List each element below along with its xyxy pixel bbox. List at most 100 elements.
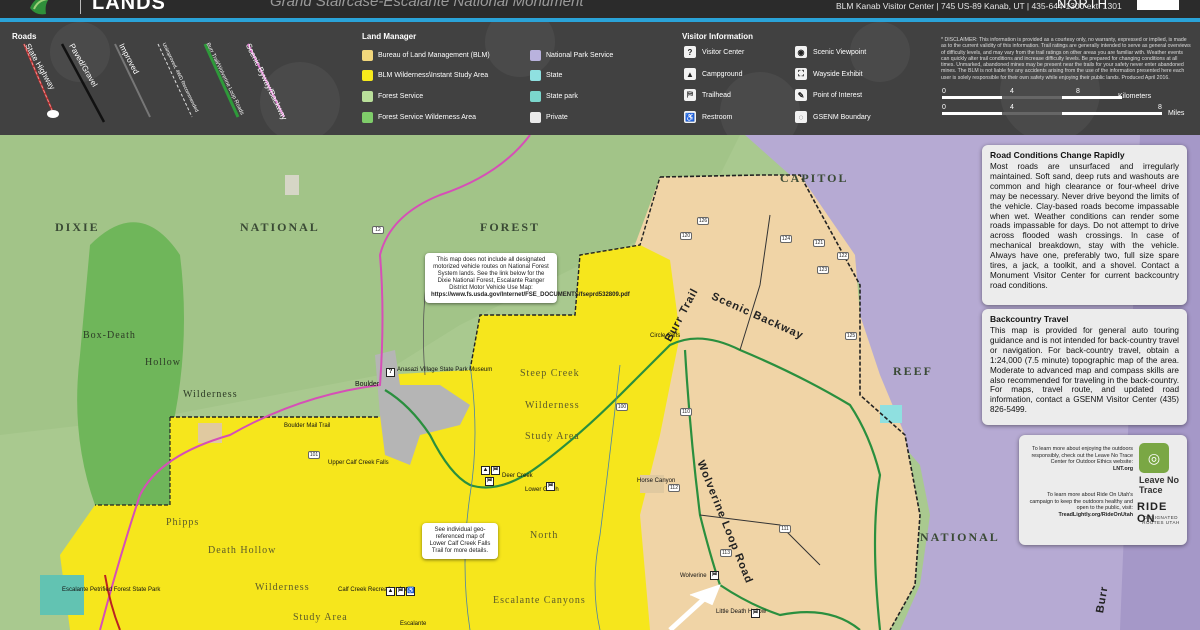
trailhead-icon: ⛿ [485, 477, 494, 486]
visitor-info-label: Wayside Exhibit [813, 70, 863, 78]
ride-description: To learn more about Ride On Utah's campa… [1029, 492, 1133, 512]
land-swatch [530, 69, 541, 81]
label-study-area-yellow: Study Area [293, 612, 348, 623]
visitor-info-label: Restroom [702, 113, 733, 121]
land-manager-title: Land Manager [362, 32, 417, 41]
disclaimer-text: * DISCLAIMER: This information is provid… [941, 37, 1191, 81]
land-manager-item: BLM Wilderness\Instant Study Area [362, 69, 488, 81]
land-manager-label: BLM Wilderness\Instant Study Area [378, 71, 489, 79]
campground-icon: ▲ [684, 68, 696, 80]
road-conditions-text: Most roads are unsurfaced and irregularl… [990, 162, 1179, 290]
visitor-info-item: ? Visitor Center [684, 46, 744, 58]
label-death-hollow: Death Hollow [208, 545, 277, 556]
label-forest: FOREST [480, 220, 541, 234]
shield-111: 111 [779, 525, 791, 533]
trailhead-icon: ⛿ [684, 89, 696, 101]
label-hollow: Hollow [145, 357, 181, 368]
point-of-interest-icon: ✎ [795, 89, 807, 101]
map-canvas[interactable]: DIXIE NATIONAL FOREST CAPITOL REEF NATIO… [0, 135, 1200, 630]
gsenm-boundary-icon: ◌ [795, 111, 807, 123]
label-escalante-canyons: Escalante Canyons [493, 595, 586, 606]
trailhead-icon: ⛿ [491, 466, 500, 475]
shield-123: 123 [817, 266, 829, 274]
shield-124: 124 [780, 235, 792, 243]
lnt-logo-icon: ◎ [1139, 443, 1169, 473]
land-swatch [362, 111, 373, 123]
backcountry-text: This map is provided for general auto to… [990, 326, 1179, 415]
brand-title: LANDS [92, 0, 166, 14]
scale-mi-0: 0 [942, 104, 946, 111]
label-capitol: CAPITOL [780, 171, 849, 185]
scale-km-0: 0 [942, 88, 946, 95]
trailhead-icon: ⛿ [396, 587, 405, 596]
town-escalante: Escalante [400, 621, 427, 627]
ride-text: To learn more about Ride On Utah's campa… [1025, 492, 1133, 518]
trailhead-icon: ⛿ [546, 482, 555, 491]
lnt-logo-text: Leave No Trace [1139, 475, 1180, 495]
label-box-death: Box-Death [83, 330, 136, 341]
ride-link[interactable]: TreadLightly.org/RideOnUtah [1025, 512, 1133, 519]
land-manager-label: Forest Service [378, 92, 424, 100]
road-conditions-box: Road Conditions Change Rapidly Most road… [982, 145, 1187, 305]
scale-mi-label: Miles [1168, 110, 1185, 117]
shield-113: 113 [720, 549, 732, 557]
backcountry-title: Backcountry Travel [990, 314, 1069, 324]
land-manager-label: National Park Service [546, 51, 614, 59]
land-manager-label: Bureau of Land Management (BLM) [378, 51, 490, 59]
shield-110: 110 [680, 408, 692, 416]
land-manager-item: Bureau of Land Management (BLM) [362, 49, 490, 61]
ride-on-subtitle: DESIGNATED ROUTES UTAH [1142, 515, 1180, 525]
label-wilderness-green: Wilderness [183, 389, 238, 400]
logo-divider [80, 0, 81, 14]
scale-mi-8: 8 [1158, 104, 1162, 111]
shield-120: 120 [680, 232, 692, 240]
map-subtitle: Grand Staircase-Escalante National Monum… [270, 0, 584, 10]
visitor-info-item: ◌ GSENM Boundary [795, 111, 871, 123]
forest-service-callout-text: This map does not include all designated… [433, 257, 549, 291]
visitor-info-label: Scenic Viewpoint [813, 48, 867, 56]
shield-112: 112 [668, 484, 680, 492]
land-manager-label: Forest Service Wilderness Area [378, 113, 477, 121]
visitor-info-item: ♿ Restroom [684, 111, 732, 123]
campground-icon: ▲ [386, 587, 395, 596]
shield-100: 100 [616, 403, 628, 411]
shield-121: 121 [813, 239, 825, 247]
scale-km-4: 4 [1010, 88, 1014, 95]
land-manager-label: State [546, 71, 563, 79]
visitor-info-label: GSENM Boundary [813, 113, 871, 121]
label-wilderness-yellow: Wilderness [255, 582, 310, 593]
backcountry-box: Backcountry Travel This map is provided … [982, 309, 1187, 425]
road-conditions-title: Road Conditions Change Rapidly [990, 150, 1125, 160]
visitor-info-item: ▲ Campground [684, 68, 742, 80]
poi-deer-creek: Deer Creek [502, 473, 533, 479]
land-swatch [362, 49, 373, 61]
lnt-description: To learn more about enjoying the outdoor… [1031, 446, 1133, 466]
poi-calf-creek: Calf Creek Recreation Area [338, 587, 412, 593]
trailhead-icon: ⛿ [710, 571, 719, 580]
blm-logo-icon [30, 0, 49, 15]
calf-creek-callout: See individual geo-referenced map of Low… [422, 523, 498, 559]
shield-125: 125 [845, 332, 857, 340]
visitor-info-title: Visitor Information [682, 32, 753, 41]
label-steep-creek: Steep Creek [520, 368, 580, 379]
land-manager-label: Private [546, 113, 568, 121]
visitor-info-item: ⛶ Wayside Exhibit [795, 68, 863, 80]
shield-126: 126 [697, 217, 709, 225]
lnt-link[interactable]: LNT.org [1025, 466, 1133, 473]
lnt-text: To learn more about enjoying the outdoor… [1025, 446, 1133, 472]
restroom-icon: ♿ [684, 111, 696, 123]
legend-panel: Roads State Highway Paved/Gravel Improve… [0, 22, 1200, 135]
land-swatch [530, 90, 541, 102]
visitor-info-item: ⛿ Trailhead [684, 89, 731, 101]
forest-service-link[interactable]: https://www.fs.usda.gov/Internet/FSE_DOC… [431, 292, 630, 299]
north-label: NORTH [1057, 0, 1108, 11]
label-national-park: NATIONAL [920, 530, 1000, 544]
trailhead-icon: ⛿ [751, 609, 760, 618]
visitor-info-item: ✎ Point of Interest [795, 89, 862, 101]
poi-little-death-hollow: Little Death Hollow [716, 609, 767, 615]
visitor-info-label: Point of Interest [813, 91, 863, 99]
poi-boulder-mail: Boulder Mail Trail [284, 423, 331, 429]
scale-km-8: 8 [1076, 88, 1080, 95]
visitor-info-label: Campground [702, 70, 743, 78]
land-swatch [362, 90, 373, 102]
